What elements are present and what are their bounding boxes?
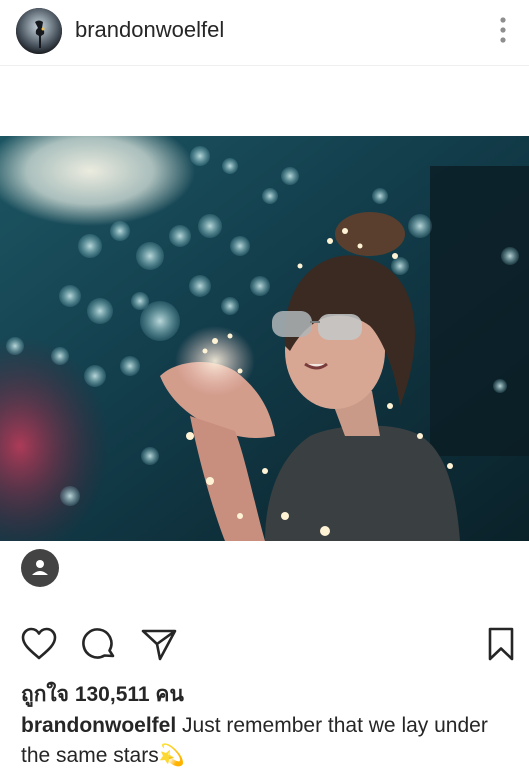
post-caption: brandonwoelfel Just remember that we lay… [21,711,511,771]
heart-icon [21,627,57,660]
caption-username[interactable]: brandonwoelfel [21,714,176,737]
like-button[interactable] [19,624,59,664]
action-bar [0,620,529,666]
caption-emoji: 💫 [158,744,185,767]
likes-count[interactable]: ถูกใจ 130,511 คน [21,678,184,711]
save-button[interactable] [481,624,521,664]
photo-image [0,136,529,541]
bookmark-icon [488,627,514,661]
more-options-button[interactable] [491,14,515,46]
post-username[interactable]: brandonwoelfel [75,17,224,43]
comment-button[interactable] [79,624,119,664]
more-vertical-icon [500,17,506,43]
tagged-people-button[interactable] [21,549,59,587]
share-button[interactable] [139,624,179,664]
person-tag-icon [32,560,48,575]
profile-avatar[interactable] [16,8,62,54]
comment-icon [82,628,115,659]
post-header: brandonwoelfel [0,0,529,66]
send-icon [141,629,177,661]
avatar-image [16,8,62,54]
post-photo[interactable] [0,136,529,541]
